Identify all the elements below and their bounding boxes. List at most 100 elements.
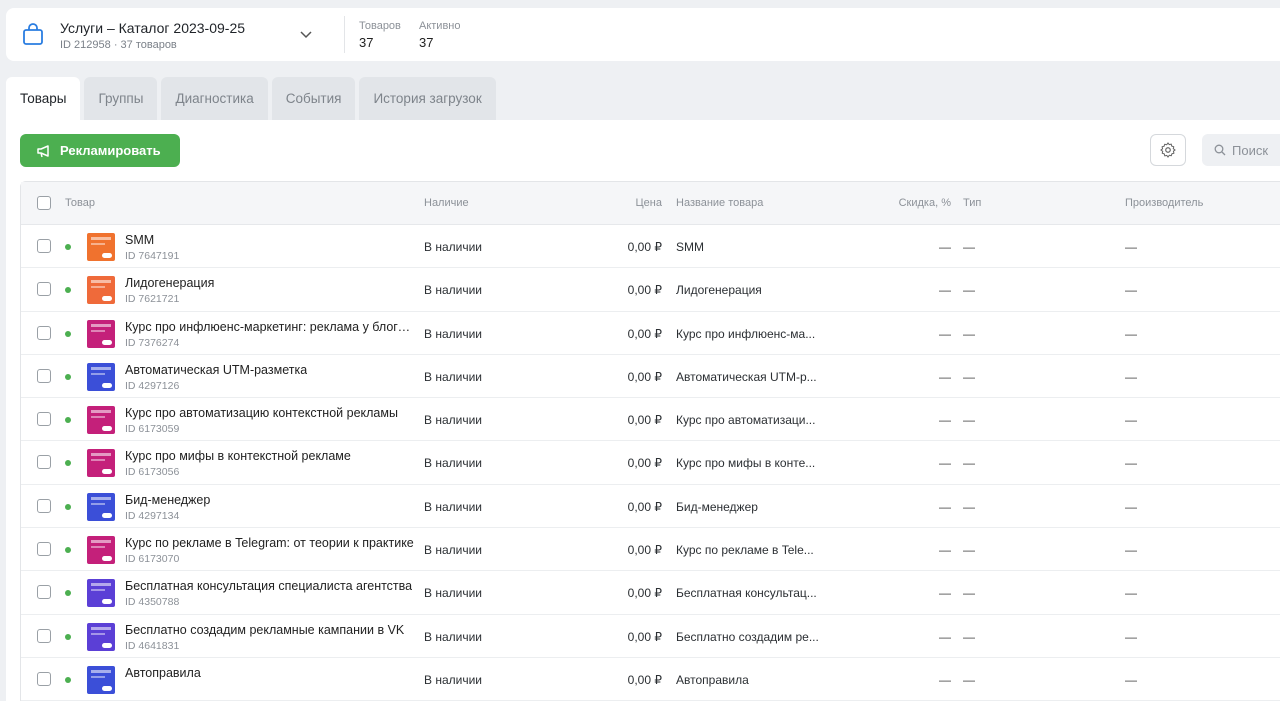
manufacturer-cell: —	[1125, 283, 1137, 298]
discount-cell: —	[939, 326, 951, 341]
product-name[interactable]: Автоправила	[125, 666, 201, 680]
manufacturer-cell: —	[1125, 240, 1137, 254]
type-cell: —	[963, 543, 975, 558]
price-cell: 0,00 ₽	[627, 543, 662, 558]
row-checkbox[interactable]	[37, 239, 51, 253]
title-cell: Бесплатная консультац...	[676, 586, 817, 601]
table-row[interactable]: Курс про инфлюенс-маркетинг: реклама у б…	[21, 312, 1280, 355]
tab-diagnostics[interactable]: Диагностика	[161, 77, 268, 120]
row-checkbox[interactable]	[37, 628, 51, 643]
table-row[interactable]: Бесплатно создадим рекламные кампании в …	[21, 615, 1280, 658]
row-checkbox[interactable]	[37, 325, 51, 340]
settings-button[interactable]	[1150, 134, 1186, 166]
discount-cell: —	[939, 543, 951, 558]
col-name[interactable]: Название товара	[676, 197, 763, 209]
row-checkbox[interactable]	[37, 368, 51, 383]
availability-cell: В наличии	[424, 413, 483, 428]
manufacturer-cell: —	[1125, 456, 1137, 471]
title-cell: Лидогенерация	[676, 283, 762, 298]
row-checkbox[interactable]	[37, 455, 51, 470]
product-name[interactable]: SMM	[125, 233, 154, 247]
status-dot	[65, 460, 71, 467]
availability-cell: В наличии	[424, 499, 483, 514]
table-row[interactable]: Автоматическая UTM-разметка ID 4297126 В н…	[21, 355, 1280, 399]
type-cell: —	[963, 586, 975, 601]
product-name[interactable]: Курс по рекламе в Telegram: от теории к …	[125, 536, 414, 550]
tab-groups[interactable]: Группы	[84, 77, 158, 120]
availability-cell: В наличии	[424, 283, 483, 298]
title-cell: Курс по рекламе в Tele...	[676, 543, 814, 558]
row-checkbox[interactable]	[37, 282, 51, 297]
tab-bar: Товары Группы Диагностика События Истори…	[6, 77, 496, 120]
search-input[interactable]	[1232, 142, 1280, 158]
product-name[interactable]: Бесплатно создадим рекламные кампании в …	[125, 623, 404, 637]
promote-button[interactable]: Рекламировать	[20, 134, 180, 167]
title-cell: Бесплатно создадим ре...	[676, 629, 819, 644]
table-body: SMM ID 7647191 В наличии 0,00 ₽ SMM — — — Лидоге…	[21, 225, 1280, 701]
table-row[interactable]: Лидогенерация ID 7621721 В наличии 0,00 ₽ Ли…	[21, 268, 1280, 312]
status-dot	[65, 633, 71, 640]
product-name[interactable]: Курс про мифы в контекстной рекламе	[125, 449, 351, 463]
col-price[interactable]: Цена	[581, 197, 662, 209]
product-name[interactable]: Курс про инфлюенс-маркетинг: реклама у б…	[125, 320, 415, 334]
col-discount[interactable]: Скидка, %	[881, 197, 951, 209]
product-name[interactable]: Лидогенерация	[125, 276, 214, 290]
type-cell: —	[963, 456, 975, 471]
title-cell: Курс про автоматизаци...	[676, 413, 816, 428]
row-checkbox[interactable]	[37, 585, 51, 600]
product-name[interactable]: Курс про автоматизацию контекстной рекла…	[125, 406, 398, 420]
status-dot	[65, 287, 71, 294]
discount-cell: —	[939, 413, 951, 428]
col-type[interactable]: Тип	[963, 197, 981, 209]
row-checkbox[interactable]	[37, 498, 51, 513]
availability-cell: В наличии	[424, 326, 483, 341]
catalog-selector[interactable]: Услуги – Каталог 2023-09-25 ID 212958 · …	[6, 8, 1280, 61]
manufacturer-cell: —	[1125, 543, 1137, 558]
product-name[interactable]: Бесплатная консультация специалиста аген…	[125, 579, 412, 593]
stat-products: Товаров 37	[359, 20, 401, 50]
col-availability[interactable]: Наличие	[424, 197, 469, 209]
availability-cell: В наличии	[424, 456, 483, 471]
status-dot	[65, 330, 71, 337]
availability-cell: В наличии	[424, 240, 483, 254]
select-all-checkbox[interactable]	[37, 196, 51, 210]
tab-products[interactable]: Товары	[6, 77, 81, 120]
table-row[interactable]: Автоправила В наличии 0,00 ₽ Автоправила — — —	[21, 658, 1280, 701]
product-thumbnail	[87, 665, 115, 694]
product-thumbnail	[87, 579, 115, 608]
product-thumbnail	[87, 536, 115, 565]
stat-label: Активно	[419, 20, 461, 32]
title-cell: Курс про мифы в конте...	[676, 456, 816, 471]
row-checkbox[interactable]	[37, 542, 51, 557]
table-row[interactable]: Бесплатная консультация специалиста аген…	[21, 571, 1280, 615]
product-id: ID 6173056	[125, 466, 180, 479]
discount-cell: —	[939, 240, 951, 254]
table-row[interactable]: SMM ID 7647191 В наличии 0,00 ₽ SMM — — —	[21, 225, 1280, 269]
col-product[interactable]: Товар	[65, 197, 95, 209]
discount-cell: —	[939, 283, 951, 298]
table-row[interactable]: Бид-менеджер ID 4297134 В наличии 0,00 ₽ Бид…	[21, 485, 1280, 529]
chevron-down-icon[interactable]	[298, 26, 314, 42]
manufacturer-cell: —	[1125, 672, 1137, 687]
price-cell: 0,00 ₽	[627, 672, 662, 687]
table-header: Товар Наличие Цена Название товара Скидк…	[21, 182, 1280, 225]
col-manufacturer[interactable]: Производитель	[1125, 197, 1203, 209]
product-name[interactable]: Бид-менеджер	[125, 493, 210, 507]
search-icon	[1214, 144, 1226, 156]
type-cell: —	[963, 369, 975, 384]
promote-label: Рекламировать	[60, 143, 161, 158]
product-name[interactable]: Автоматическая UTM-разметка	[125, 363, 307, 377]
table-row[interactable]: Курс про автоматизацию контекстной рекла…	[21, 398, 1280, 442]
stat-label: Товаров	[359, 20, 401, 32]
table-row[interactable]: Курс про мифы в контекстной рекламе ID 61…	[21, 441, 1280, 485]
product-id: ID 4641831	[125, 639, 180, 652]
row-checkbox[interactable]	[37, 671, 51, 686]
table-row[interactable]: Курс по рекламе в Telegram: от теории к …	[21, 528, 1280, 572]
manufacturer-cell: —	[1125, 326, 1137, 341]
title-cell: Курс про инфлюенс-ма...	[676, 326, 816, 341]
tab-events[interactable]: События	[271, 77, 356, 120]
row-checkbox[interactable]	[37, 412, 51, 427]
tab-upload-history[interactable]: История загрузок	[359, 77, 496, 120]
search-box[interactable]	[1202, 134, 1280, 166]
stat-active: Активно 37	[419, 20, 461, 50]
